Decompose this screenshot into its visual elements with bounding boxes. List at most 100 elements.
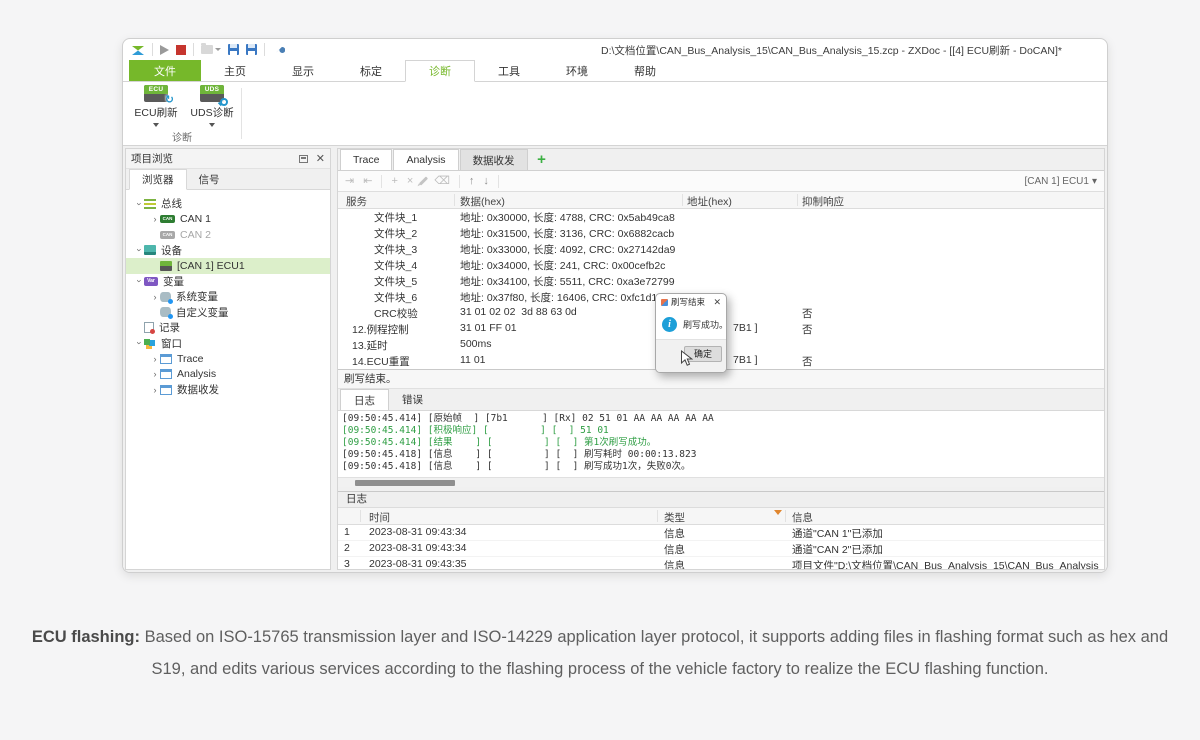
col-message[interactable]: 信息 — [792, 510, 813, 525]
table-row[interactable]: 文件块_1 地址: 0x30000, 长度: 4788, CRC: 0x5ab4… — [338, 209, 1104, 225]
menu-tab-display[interactable]: 显示 — [269, 60, 337, 81]
tab-browser[interactable]: 浏览器 — [129, 169, 187, 190]
dialog-close-button[interactable]: ✕ — [713, 298, 721, 307]
chevron-down-icon[interactable] — [153, 123, 159, 127]
chevron-closed-icon[interactable] — [150, 369, 160, 379]
tree-item-bus[interactable]: 总线 — [126, 196, 330, 212]
add-icon[interactable]: + — [391, 176, 397, 187]
log-tab-log[interactable]: 日志 — [340, 389, 389, 410]
log-line: [09:50:45.414] [结果 ] [ ] [ ] 第1次刷写成功。 — [342, 437, 1100, 449]
col-suppress[interactable]: 抑制响应 — [802, 194, 844, 209]
menu-tab-home[interactable]: 主页 — [201, 60, 269, 81]
close-icon[interactable]: ✕ — [316, 154, 325, 164]
toolbar-separator — [264, 43, 265, 56]
table-row[interactable]: 文件块_5 地址: 0x34100, 长度: 5511, CRC: 0xa3e7… — [338, 273, 1104, 289]
export-icon[interactable]: ⇤ — [363, 176, 372, 187]
tree-item-devices[interactable]: 设备 — [126, 243, 330, 259]
menu-tab-environment[interactable]: 环境 — [543, 60, 611, 81]
col-time[interactable]: 时间 — [369, 510, 390, 525]
custom-variable-icon — [160, 307, 171, 317]
log-tab-error[interactable]: 错误 — [389, 389, 436, 410]
chevron-open-icon[interactable] — [134, 199, 144, 209]
project-panel-title: 项目浏览 — [131, 151, 173, 166]
caption-bold: ECU flashing: — [32, 628, 140, 646]
log-table-row[interactable]: 2 2023-08-31 09:43:34 信息 通道"CAN 2"已添加 — [338, 541, 1104, 557]
clear-icon[interactable]: ⌫ — [434, 176, 450, 187]
document-tabs: Trace Analysis 数据收发 + — [338, 149, 1104, 171]
caption-text: ECU flashing: Based on ISO-15765 transmi… — [0, 622, 1200, 685]
ecu-flash-button[interactable]: ECU ↻ ECU刷新 — [129, 85, 183, 127]
window-icon — [160, 385, 172, 395]
chevron-open-icon[interactable] — [134, 276, 144, 286]
tree-item-data-transceive[interactable]: 数据收发 — [126, 382, 330, 398]
move-down-icon[interactable]: ↓ — [483, 176, 489, 187]
chevron-open-icon[interactable] — [134, 338, 144, 348]
variable-icon: Var — [144, 277, 158, 286]
bus-icon — [144, 199, 156, 209]
doc-tab-trace[interactable]: Trace — [340, 149, 392, 170]
edit-icon[interactable] — [419, 176, 428, 185]
col-service[interactable]: 服务 — [346, 194, 367, 209]
dock-icon[interactable] — [299, 155, 308, 163]
chevron-open-icon[interactable] — [134, 245, 144, 255]
col-address[interactable]: 地址(hex) — [687, 194, 732, 209]
dialog-message: 刷写成功。 — [683, 318, 727, 331]
save-button[interactable] — [228, 44, 239, 55]
table-row[interactable]: 文件块_3 地址: 0x33000, 长度: 4092, CRC: 0x2714… — [338, 241, 1104, 257]
tree-item-custom-variables[interactable]: 自定义变量 — [126, 305, 330, 321]
tree-item-windows[interactable]: 窗口 — [126, 336, 330, 352]
tree-item-can2[interactable]: CAN CAN 2 — [126, 227, 330, 243]
log-tabs: 日志 错误 — [338, 389, 1104, 411]
file-menu-button[interactable]: 文件 — [129, 60, 201, 81]
menu-tab-tools[interactable]: 工具 — [475, 60, 543, 81]
run-button[interactable] — [160, 45, 169, 55]
wrench-settings-button[interactable] — [272, 43, 285, 56]
tab-signal[interactable]: 信号 — [187, 169, 232, 189]
device-icon — [144, 245, 156, 255]
stop-button[interactable] — [176, 45, 186, 55]
chevron-closed-icon[interactable] — [150, 292, 160, 302]
open-button[interactable] — [201, 45, 221, 54]
project-tree: 总线 CAN CAN 1 CAN CAN 2 — [126, 190, 330, 398]
ecu-selector-combo[interactable]: [CAN 1] ECU1 ▾ — [1025, 176, 1098, 187]
chevron-down-icon[interactable] — [209, 123, 215, 127]
menu-tab-diagnosis[interactable]: 诊断 — [405, 60, 475, 82]
import-icon[interactable]: ⇥ — [345, 176, 354, 187]
log-output: [09:50:45.414] [原始帧 ] [7b1 ] [Rx] 02 51 … — [338, 411, 1104, 477]
log-table-header: 时间 类型 信息 — [338, 508, 1104, 525]
table-row[interactable]: 文件块_2 地址: 0x31500, 长度: 3136, CRC: 0x6882… — [338, 225, 1104, 241]
uds-diagnosis-button[interactable]: UDS UDS诊断 — [185, 85, 239, 127]
chevron-closed-icon[interactable] — [150, 214, 160, 224]
add-tab-button[interactable]: + — [529, 149, 555, 170]
chevron-closed-icon[interactable] — [150, 354, 160, 364]
tree-item-analysis[interactable]: Analysis — [126, 367, 330, 383]
doc-tab-data-transceive[interactable]: 数据收发 — [460, 149, 528, 170]
col-data[interactable]: 数据(hex) — [460, 194, 505, 209]
tree-item-system-variables[interactable]: 系统变量 — [126, 289, 330, 305]
table-row[interactable]: 文件块_4 地址: 0x34000, 长度: 241, CRC: 0x00cef… — [338, 257, 1104, 273]
info-icon: i — [662, 317, 677, 332]
magnifier-icon — [220, 98, 228, 106]
filter-icon[interactable] — [774, 510, 782, 515]
save-as-button[interactable] — [246, 44, 257, 55]
log-table-row[interactable]: 1 2023-08-31 09:43:34 信息 通道"CAN 1"已添加 — [338, 525, 1104, 541]
move-up-icon[interactable]: ↑ — [469, 176, 475, 187]
uds-chip-label: UDS — [200, 85, 224, 94]
menu-tab-calibration[interactable]: 标定 — [337, 60, 405, 81]
col-type[interactable]: 类型 — [664, 510, 685, 525]
tree-item-ecu1[interactable]: [CAN 1] ECU1 — [126, 258, 330, 274]
log-table-row[interactable]: 3 2023-08-31 09:43:35 信息 项目文件"D:\文档位置\CA… — [338, 557, 1104, 569]
tree-item-variables[interactable]: Var 变量 — [126, 274, 330, 290]
tree-item-can1[interactable]: CAN CAN 1 — [126, 212, 330, 228]
chevron-closed-icon[interactable] — [150, 385, 160, 395]
tree-item-trace[interactable]: Trace — [126, 351, 330, 367]
menu-tab-help[interactable]: 帮助 — [611, 60, 679, 81]
horizontal-scrollbar[interactable] — [338, 477, 1104, 487]
dialog-title: 刷写结束 — [671, 296, 705, 308]
scrollbar-thumb[interactable] — [355, 480, 455, 486]
tree-item-record[interactable]: 记录 — [126, 320, 330, 336]
page: D:\文档位置\CAN_Bus_Analysis_15\CAN_Bus_Anal… — [0, 0, 1200, 740]
doc-tab-analysis[interactable]: Analysis — [393, 149, 458, 170]
dialog-titlebar: 刷写结束 ✕ — [656, 294, 726, 310]
delete-icon[interactable]: × — [407, 176, 413, 187]
